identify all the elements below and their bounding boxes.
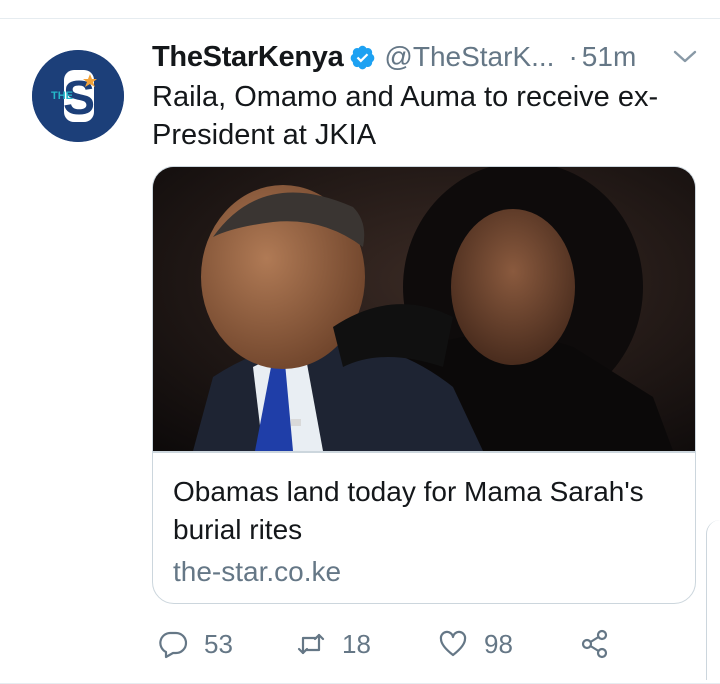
share-button[interactable]	[580, 624, 610, 664]
avatar-logo-tag: THE	[51, 90, 73, 102]
card-text: Obamas land today for Mama Sarah's buria…	[153, 453, 695, 591]
verified-badge-icon	[349, 44, 376, 71]
retweet-icon	[297, 633, 325, 655]
top-divider	[0, 18, 720, 19]
card-domain[interactable]: the-star.co.ke	[173, 553, 675, 591]
retweet-button[interactable]: 18	[296, 624, 371, 664]
reply-icon	[159, 631, 188, 659]
avatar[interactable]: S THE	[32, 50, 124, 142]
heart-icon	[439, 630, 467, 657]
next-tweet-edge	[706, 520, 720, 680]
like-button[interactable]: 98	[438, 624, 513, 664]
card-title[interactable]: Obamas land today for Mama Sarah's buria…	[173, 473, 675, 549]
reply-button[interactable]: 53	[158, 624, 233, 664]
chevron-down-icon[interactable]	[670, 44, 700, 70]
the-star-logo-icon: S THE	[32, 50, 124, 142]
display-name[interactable]: TheStarKenya	[152, 41, 344, 74]
tweet-timestamp[interactable]: 51m	[582, 41, 636, 73]
share-icon	[581, 629, 608, 659]
user-handle[interactable]: @TheStarK...	[384, 41, 554, 73]
tweet-header: TheStarKenya @TheStarK... · 51m	[152, 38, 700, 76]
tweet-actions: 53 18 98	[158, 624, 638, 664]
link-preview-card[interactable]: Obamas land today for Mama Sarah's buria…	[152, 166, 696, 604]
separator-dot: ·	[568, 41, 578, 72]
tweet-text: Raila, Omamo and Auma to receive ex-Pres…	[152, 81, 659, 151]
like-count: 98	[484, 628, 513, 659]
card-image[interactable]	[153, 167, 695, 451]
reply-count: 53	[204, 628, 233, 659]
tweet-body: TheStarKenya @TheStarK... · 51m Raila, O…	[152, 38, 700, 154]
retweet-count: 18	[342, 628, 371, 659]
